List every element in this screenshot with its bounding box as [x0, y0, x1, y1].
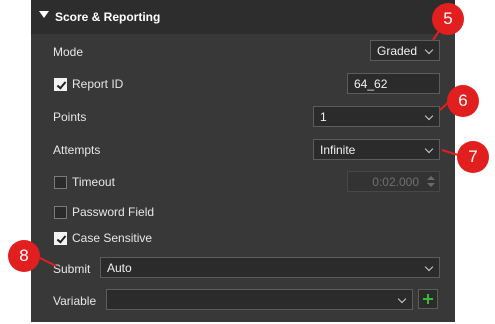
callout-badge-8: 8 — [8, 240, 40, 272]
callout-line-8 — [39, 257, 57, 267]
callout-line-7 — [441, 149, 459, 156]
callout-badge-7: 7 — [457, 141, 489, 173]
callout-badge-6: 6 — [447, 85, 479, 117]
callout-badge-5: 5 — [432, 3, 464, 35]
callout-lines — [39, 17, 459, 267]
